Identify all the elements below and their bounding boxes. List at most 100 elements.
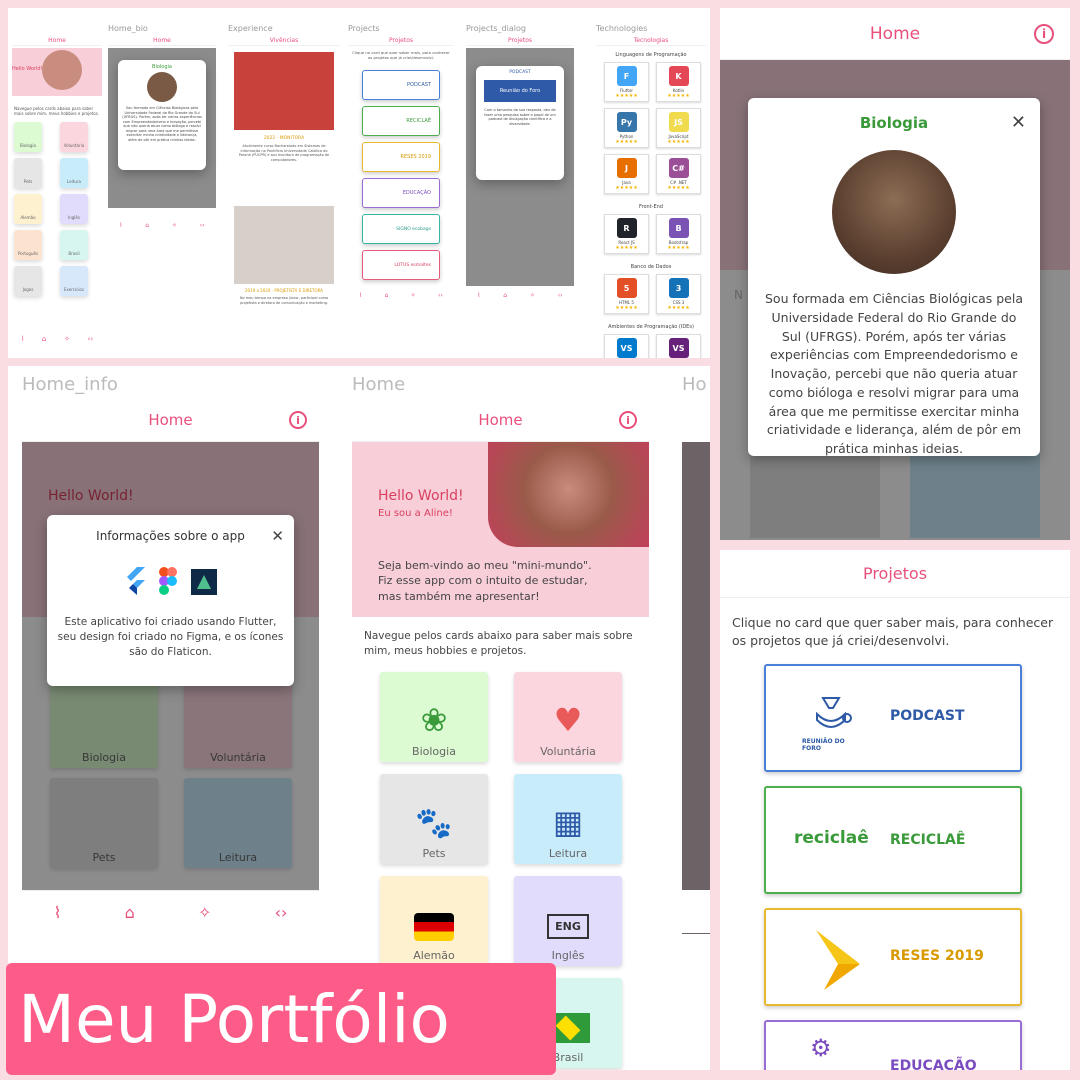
tech-card[interactable]: VSVS CODE★★★★★ [604,334,649,358]
mini-card-pets[interactable]: Pets [14,158,42,188]
mini-card-biologia[interactable]: Biologia [14,122,42,152]
mini-proj-educacao[interactable]: EDUCAÇÃO [362,178,440,208]
project-card-podcast[interactable]: REUNIÃO DO FORO PODCAST [764,664,1022,772]
chart-icon[interactable]: ⌇ [477,292,480,299]
project-card-reses[interactable]: RESES 2019 [764,908,1022,1006]
home-icon[interactable]: ⌂ [145,222,149,229]
home-bio-partial-text: N [734,288,743,302]
cat-icon: 🐾 [415,806,453,841]
mini-proj-lotus[interactable]: LOTUS esmaltes [362,250,440,280]
mini-card-portugues[interactable]: Português [14,230,42,260]
mini-card-brasil[interactable]: Brasil [60,230,88,260]
projects-panel: Projetos Clique no card que quer saber m… [720,550,1070,1070]
tech-card[interactable]: VSVS CODE 2019★★★★★ [656,334,701,358]
mini-card-jogos[interactable]: Jogos [14,266,42,296]
mini-card-voluntaria[interactable]: Voluntária [60,122,88,152]
home-header: Home i [352,398,649,442]
mini-proj-reses[interactable]: RESES 2019 [362,142,440,172]
rating-stars: ★★★★★ [667,245,690,251]
code-icon[interactable]: ‹› [200,222,205,229]
rating-stars: ★★★★★ [667,93,690,99]
home-card-ingles[interactable]: ENG Inglês [514,876,622,966]
tech-section-title: Front-End [639,204,663,210]
home-welcome: Seja bem-vindo ao meu "mini-mundo". Fiz … [378,559,592,603]
project-name-reciclae: RECICLAÊ [890,832,966,848]
tech-card[interactable]: Py Python ★★★★★ [604,108,649,148]
mini-bio-title: Biologia [152,64,172,70]
info-icon[interactable]: i [289,411,307,429]
home-icon[interactable]: ⌂ [125,903,135,922]
lightbulb-icon[interactable]: ✧ [411,292,416,299]
code-icon[interactable]: ‹› [438,292,443,299]
mini-proj-reciclae[interactable]: RECICLAÊ [362,106,440,136]
lightbulb-icon[interactable]: ✧ [64,335,70,343]
project-card-educacao[interactable]: ⚙ EDUCAÇÃO [764,1020,1022,1070]
book-icon: ▦ [552,803,584,841]
code-icon[interactable]: ‹› [558,292,563,299]
tech-card[interactable]: K Kotlin ★★★★★ [656,62,701,102]
collage-top-left: Home Hello World! Eu sou a Aline! Navegu… [8,8,710,358]
tech-card[interactable]: 3 CSS 3 ★★★★★ [656,274,701,314]
tech-card[interactable]: C# C# .NET ★★★★★ [656,154,701,194]
info-icon[interactable]: i [1034,24,1054,44]
close-icon[interactable]: ✕ [1011,112,1026,133]
home-card-leitura[interactable]: ▦ Leitura [514,774,622,864]
home-icon[interactable]: ⌂ [42,335,46,343]
chart-icon[interactable]: ⌇ [21,335,24,343]
code-icon[interactable]: ‹› [88,335,94,343]
lightbulb-icon[interactable]: ✧ [198,903,211,922]
tech-card[interactable]: F Flutter ★★★★★ [604,62,649,102]
label-home: Home [352,374,406,395]
podcast-logo: REUNIÃO DO FORO [802,686,860,752]
tech-logo-icon: VS [616,338,637,358]
home-info-title: Home [148,410,193,429]
chart-icon[interactable]: ⌇ [54,903,62,922]
volunteer-icon: ♥ [553,701,583,739]
home-card-pets[interactable]: 🐾 Pets [380,774,488,864]
mini-home-navbar: ⌇ ⌂ ✧ ‹› [12,332,102,346]
info-dialog-title: Informações sobre o app [96,529,245,543]
project-name-educacao: EDUCAÇÃO [890,1058,977,1070]
mini-card-ingles[interactable]: Inglês [60,194,88,224]
flaticon-icon [191,569,217,595]
mini-proj-podcast[interactable]: PODCAST [362,70,440,100]
mini-card-exercicios[interactable]: Exercícios [60,266,88,296]
tech-card[interactable]: JS JavaScript ★★★★★ [656,108,701,148]
mini-card-leitura[interactable]: Leitura [60,158,88,188]
chart-icon[interactable]: ⌇ [359,292,362,299]
tech-card[interactable]: J Java ★★★★★ [604,154,649,194]
home-icon[interactable]: ⌂ [384,292,388,299]
lightbulb-icon[interactable]: ✧ [530,292,535,299]
mini-proj-intro: Clique no card que quer saber mais, para… [352,50,450,60]
project-name-reses: RESES 2019 [890,948,984,964]
lightbulb-icon[interactable]: ✧ [172,222,177,229]
mini-podcast-dialog: PODCAST Reunião do Foro Com o tamanho da… [476,66,564,180]
tech-logo-icon: C# [668,158,689,178]
tech-card[interactable]: B Bootstrap ★★★★★ [656,214,701,254]
bio-dialog-text: Sou formada em Ciências Biológicas pela … [765,291,1023,456]
tech-logo-icon: J [616,158,637,178]
project-card-reciclae[interactable]: reciclaê RECICLAÊ [764,786,1022,894]
home-card-alemao[interactable]: Alemão [380,876,488,966]
home-banner: Hello World! Eu sou a Aline! Seja bem-vi… [352,442,649,617]
tech-logo-icon: Py [616,112,637,132]
code-icon[interactable]: ‹› [275,903,288,922]
tech-card[interactable]: 5 HTML 5 ★★★★★ [604,274,649,314]
chart-icon[interactable]: ⌇ [119,222,122,229]
rating-stars: ★★★★★ [667,139,690,145]
close-icon[interactable]: ✕ [271,527,284,545]
mini-card-alemao[interactable]: Alemão [14,194,42,224]
info-dialog: Informações sobre o app ✕ Este aplicativ… [47,515,294,686]
mini-proj-signo[interactable]: SIGNO ecobags [362,214,440,244]
home-card-biologia[interactable]: ❀ Biologia [380,672,488,762]
tech-logo-icon: 5 [616,278,637,298]
mini-projects-screen: Projetos Clique no card que quer saber m… [348,36,454,304]
mini-bio-photo [147,72,177,102]
home-icon[interactable]: ⌂ [503,292,507,299]
mini-bio-dialog: Biologia Sou formada em Ciências Biológi… [118,60,206,170]
tech-card[interactable]: R React JS ★★★★★ [604,214,649,254]
info-icon[interactable]: i [619,411,637,429]
home-card-voluntaria[interactable]: ♥ Voluntária [514,672,622,762]
label-experience: Experience [228,24,273,33]
rating-stars: ★★★★★ [615,93,638,99]
